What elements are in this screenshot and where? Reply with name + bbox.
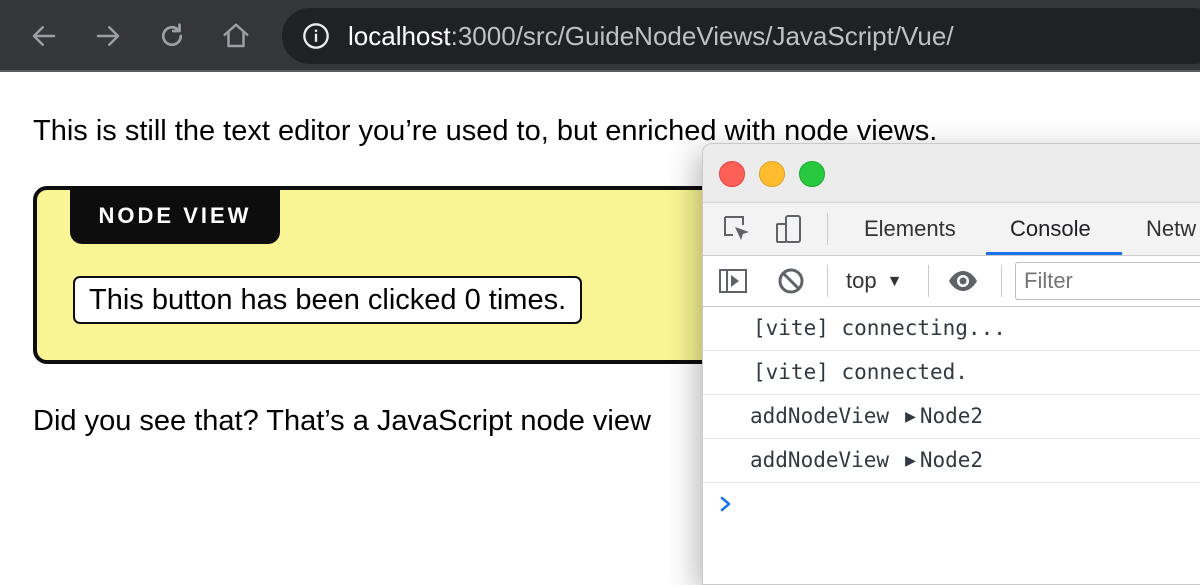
console-message: addNodeView ▶ Node2: [703, 439, 1200, 483]
context-selector[interactable]: top ▼: [846, 256, 902, 306]
close-window-button[interactable]: [719, 161, 745, 187]
inspect-element-icon[interactable]: [721, 213, 753, 245]
forward-button[interactable]: [90, 18, 126, 54]
arrow-right-icon: [96, 26, 120, 46]
context-selector-label: top: [846, 268, 877, 293]
filter-divider-2: [928, 265, 929, 297]
url-text[interactable]: localhost:3000/src/GuideNodeViews/JavaSc…: [348, 21, 954, 51]
expand-triangle-icon[interactable]: ▶: [905, 453, 916, 469]
prompt-chevron-icon: [720, 496, 731, 512]
info-icon[interactable]: [302, 22, 330, 50]
clear-console-icon[interactable]: [775, 265, 807, 297]
node-view-container: NODE VIEW This button has been clicked 0…: [33, 186, 753, 364]
console-message: [vite] connected.: [703, 351, 1200, 395]
node-view-label: NODE VIEW: [70, 188, 280, 244]
console-prompt[interactable]: [703, 483, 1200, 527]
dropdown-caret-icon: ▼: [886, 273, 903, 290]
filter-divider-3: [1001, 265, 1002, 297]
tab-elements[interactable]: Elements: [864, 203, 956, 255]
address-bar[interactable]: localhost:3000/src/GuideNodeViews/JavaSc…: [282, 8, 1200, 64]
tab-console[interactable]: Console: [986, 203, 1122, 255]
click-counter-button[interactable]: This button has been clicked 0 times.: [73, 276, 583, 324]
console-message-text: [vite] connected.: [753, 360, 968, 384]
reload-button[interactable]: [154, 18, 190, 54]
url-host: localhost: [348, 21, 451, 51]
console-message-text: addNodeView: [750, 448, 890, 472]
back-button[interactable]: [26, 18, 62, 54]
console-message-line: addNodeView ▶ Node2: [750, 395, 983, 439]
browser-toolbar: localhost:3000/src/GuideNodeViews/JavaSc…: [0, 0, 1200, 72]
home-button[interactable]: [218, 18, 254, 54]
console-output: [vite] connecting... [vite] connected. a…: [703, 307, 1200, 527]
console-message: [vite] connecting...: [703, 307, 1200, 351]
arrow-left-icon: [32, 26, 56, 46]
console-object-preview[interactable]: Node2: [920, 404, 983, 428]
console-filter-input[interactable]: Filter: [1015, 262, 1200, 300]
expand-triangle-icon[interactable]: ▶: [905, 409, 916, 425]
sidebar-toggle-icon[interactable]: [717, 265, 749, 297]
console-message: addNodeView ▶ Node2: [703, 395, 1200, 439]
devtools-tabbar: Elements Console Netw: [703, 203, 1200, 256]
console-message-text: [vite] connecting...: [753, 316, 1006, 340]
devtools-window: Elements Console Netw top ▼ Filter [vite]…: [702, 143, 1200, 585]
outro-paragraph: Did you see that? That’s a JavaScript no…: [33, 405, 651, 437]
reload-icon: [161, 23, 183, 47]
console-object-preview[interactable]: Node2: [920, 448, 983, 472]
toolbar-divider: [827, 213, 828, 245]
minimize-window-button[interactable]: [759, 161, 785, 187]
eye-icon[interactable]: [947, 265, 979, 297]
tab-network[interactable]: Netw: [1146, 203, 1196, 255]
devtools-titlebar: [703, 144, 1200, 203]
filter-divider: [827, 265, 828, 297]
device-toolbar-icon[interactable]: [773, 213, 805, 245]
zoom-window-button[interactable]: [799, 161, 825, 187]
console-filter-bar: top ▼ Filter: [703, 256, 1200, 307]
url-path: :3000/src/GuideNodeViews/JavaScript/Vue/: [450, 21, 954, 51]
console-message-line: addNodeView ▶ Node2: [750, 439, 983, 483]
home-icon: [223, 23, 249, 48]
console-message-text: addNodeView: [750, 404, 890, 428]
